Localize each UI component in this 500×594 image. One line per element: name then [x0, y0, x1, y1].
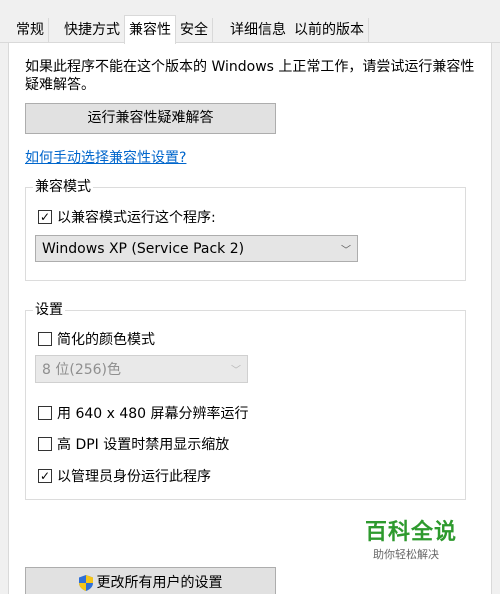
res-640-row[interactable]: 用 640 x 480 屏幕分辨率运行	[38, 403, 249, 423]
tab-general[interactable]: 常规	[12, 18, 49, 43]
run-troubleshooter-button[interactable]: 运行兼容性疑难解答	[25, 103, 276, 134]
tab-strip: 常规 快捷方式 兼容性 安全 详细信息 以前的版本	[0, 0, 500, 44]
tab-previous-versions[interactable]: 以前的版本	[290, 18, 369, 43]
watermark-subtitle: 助你轻松解决	[373, 548, 439, 561]
change-all-users-button[interactable]: 更改所有用户的设置	[25, 567, 276, 594]
change-all-users-label: 更改所有用户的设置	[96, 575, 223, 591]
compat-mode-checkbox[interactable]: ✓	[38, 210, 52, 224]
uac-shield-icon	[78, 575, 93, 591]
compat-mode-title: 兼容模式	[33, 179, 93, 195]
tab-shortcut[interactable]: 快捷方式	[60, 18, 125, 43]
run-admin-label: 以管理员身份运行此程序	[57, 469, 211, 485]
high-dpi-checkbox[interactable]	[38, 437, 52, 451]
intro-text: 如果此程序不能在这个版本的 Windows 上正常工作，请尝试运行兼容性 疑难解…	[25, 58, 475, 94]
chevron-down-icon: ﹀	[341, 245, 351, 256]
run-admin-row[interactable]: ✓ 以管理员身份运行此程序	[38, 466, 211, 486]
manual-settings-link[interactable]: 如何手动选择兼容性设置?	[25, 147, 186, 167]
watermark-title: 百科全说	[365, 520, 458, 545]
reduced-color-row[interactable]: 简化的颜色模式	[38, 329, 155, 349]
high-dpi-row[interactable]: 高 DPI 设置时禁用显示缩放	[38, 434, 229, 454]
run-admin-checkbox[interactable]: ✓	[38, 469, 52, 483]
compat-mode-label: 以兼容模式运行这个程序:	[57, 210, 216, 226]
settings-title: 设置	[33, 302, 65, 318]
compat-mode-group	[25, 187, 466, 281]
res-640-label: 用 640 x 480 屏幕分辨率运行	[57, 406, 249, 422]
chevron-down-icon: ﹀	[231, 365, 241, 377]
high-dpi-label: 高 DPI 设置时禁用显示缩放	[57, 437, 230, 453]
intro-line-2: 疑难解答。	[25, 77, 95, 93]
tab-details[interactable]: 详细信息	[226, 18, 291, 43]
tab-compatibility[interactable]: 兼容性	[124, 15, 176, 44]
os-version-value: Windows XP (Service Pack 2)	[42, 240, 245, 257]
tab-security[interactable]: 安全	[176, 18, 213, 43]
color-depth-select: 8 位(256)色 ﹀	[35, 355, 248, 383]
color-depth-value: 8 位(256)色	[42, 362, 122, 378]
reduced-color-checkbox[interactable]	[38, 332, 52, 346]
os-version-select[interactable]: Windows XP (Service Pack 2) ﹀	[35, 235, 358, 262]
compat-mode-row[interactable]: ✓ 以兼容模式运行这个程序:	[38, 207, 216, 227]
intro-line-1: 如果此程序不能在这个版本的 Windows 上正常工作，请尝试运行兼容性	[25, 59, 475, 75]
reduced-color-label: 简化的颜色模式	[57, 332, 155, 348]
res-640-checkbox[interactable]	[38, 406, 52, 420]
